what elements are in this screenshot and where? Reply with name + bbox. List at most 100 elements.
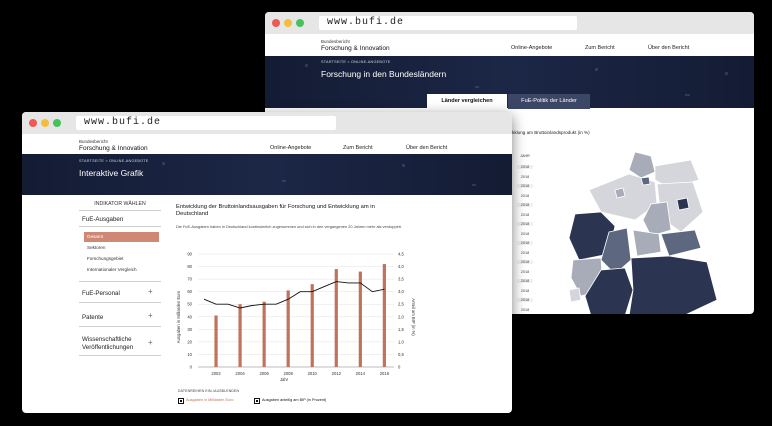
legend-checkbox-bars[interactable] <box>178 398 184 404</box>
germany-map[interactable] <box>565 150 725 314</box>
tab-fue-politik[interactable]: FuE-Politik der Länder <box>508 94 590 109</box>
sidebar-section-patente[interactable]: Patente <box>82 314 103 321</box>
y-tick-label: 80 <box>187 264 192 269</box>
y2-tick-label: 4,5 <box>398 252 404 257</box>
url-bar[interactable]: www.bufi.de <box>76 116 336 130</box>
bar-ausgaben <box>358 271 362 367</box>
legend-label-line[interactable]: Ausgaben anteilig am BIP (in Prozent) <box>262 398 326 402</box>
y2-tick-label: 2,5 <box>398 302 404 307</box>
maximize-window-dot[interactable] <box>296 19 304 27</box>
sidebar-section-fue-ausgaben[interactable]: FuE-Ausgaben <box>82 216 123 223</box>
year-row[interactable]: 2018 <box>517 288 533 293</box>
x-tick-label: 2006 <box>259 371 269 376</box>
title-bar[interactable]: www.bufi.de <box>22 112 512 134</box>
divider <box>79 302 161 303</box>
sidebar-item-internationaler-vergleich[interactable]: Internationaler Vergleich <box>87 267 137 272</box>
tab-laender-vergleichen[interactable]: Länder vergleichen <box>427 94 507 109</box>
divider <box>79 326 161 327</box>
divider <box>79 226 161 227</box>
sidebar-section-fue-personal[interactable]: FuE-Personal <box>82 290 120 297</box>
x-tick-label: 2012 <box>332 371 342 376</box>
x-axis-label: Jahr <box>280 377 289 382</box>
y2-tick-label: 2,0 <box>398 314 404 319</box>
legend-label-bars[interactable]: Ausgaben in Milliarden Euro <box>186 398 234 402</box>
year-row[interactable]: 2018 <box>517 203 533 207</box>
state-hh <box>640 176 651 186</box>
close-window-dot[interactable] <box>29 119 37 127</box>
chart-title: Entwicklung der Bruttoinlandsausgaben fü… <box>176 204 375 217</box>
year-row[interactable]: 2018 <box>517 231 533 236</box>
state-sh <box>628 151 656 179</box>
state-th <box>632 229 662 257</box>
year-row[interactable]: 2018 <box>517 298 533 302</box>
nav-ueber-den-bericht[interactable]: Über den Bericht <box>648 45 689 51</box>
bar-ausgaben <box>286 290 290 367</box>
bar-ausgaben <box>214 315 218 367</box>
page-title: Interaktive Grafik <box>79 168 144 178</box>
y2-tick-label: 1,0 <box>398 339 404 344</box>
x-tick-label: 2014 <box>356 371 366 376</box>
sidebar-header: INDIKATOR WÄHLEN <box>94 201 146 207</box>
bar-ausgaben <box>310 284 314 367</box>
brand-logo[interactable]: Forschung & Innovation <box>321 45 390 52</box>
x-tick-label: 2002 <box>211 371 221 376</box>
breadcrumb[interactable]: STARTSEITE > ONLINE-ANGEBOTE <box>79 159 149 163</box>
legend-title: DATENREIHEN EIN-/AUSBLENDEN <box>178 389 240 393</box>
minimize-window-dot[interactable] <box>284 19 292 27</box>
state-be <box>676 197 690 211</box>
y2-tick-label: 1,5 <box>398 327 404 332</box>
year-row[interactable]: 2018 <box>517 184 533 188</box>
year-row[interactable]: 2018 <box>517 241 533 245</box>
state-sn <box>660 229 702 257</box>
year-row[interactable]: 2018 <box>517 193 533 198</box>
divider <box>79 355 161 356</box>
y-tick-label: 30 <box>187 327 192 332</box>
nav-online-angebote[interactable]: Online-Angebote <box>511 45 552 51</box>
y-tick-label: 60 <box>187 289 192 294</box>
url-bar[interactable]: www.bufi.de <box>319 16 577 30</box>
sidebar-item-label: Gesamt <box>87 234 104 239</box>
x-tick-label: 2016 <box>380 371 390 376</box>
nav-online-angebote[interactable]: Online-Angebote <box>270 145 311 151</box>
page-title: Forschung in den Bundesländern <box>321 69 447 79</box>
nav-zum-bericht[interactable]: Zum Bericht <box>585 45 615 51</box>
expand-plus-icon[interactable]: + <box>148 338 153 347</box>
nav-ueber-den-bericht[interactable]: Über den Bericht <box>406 145 447 151</box>
bar-ausgaben <box>262 301 266 367</box>
year-row[interactable]: 2018 <box>517 222 533 226</box>
year-header: JAHR <box>520 154 530 158</box>
maximize-window-dot[interactable] <box>53 119 61 127</box>
year-row[interactable]: 2018 <box>517 279 533 283</box>
brand-logo[interactable]: Forschung & Innovation <box>79 145 148 152</box>
y2-tick-label: 4,0 <box>398 264 404 269</box>
sidebar-item-gesamt[interactable]: Gesamt <box>84 232 159 242</box>
brand-subtitle: Bundesbericht <box>321 39 350 44</box>
year-row[interactable]: 2018 <box>517 250 533 255</box>
legend-checkbox-line[interactable] <box>254 398 260 404</box>
x-tick-label: 2008 <box>284 371 294 376</box>
divider <box>79 281 161 282</box>
bar-ausgaben <box>382 264 386 367</box>
sidebar-section-veroeffentlichungen[interactable]: Wissenschaftliche Veröffentlichungen <box>82 336 148 351</box>
state-hb <box>614 187 626 199</box>
expand-plus-icon[interactable]: + <box>148 311 153 320</box>
close-window-dot[interactable] <box>272 19 280 27</box>
y-axis-label: Ausgaben in Milliarden Euro <box>176 290 181 343</box>
year-row[interactable]: 2018 <box>517 269 533 274</box>
y-tick-label: 10 <box>187 352 192 357</box>
breadcrumb[interactable]: STARTSEITE > ONLINE-ANGEBOTE <box>321 60 391 64</box>
year-row[interactable]: 2018 <box>517 307 533 312</box>
year-row[interactable]: 2018 <box>517 174 533 179</box>
y-tick-label: 70 <box>187 277 192 282</box>
bar-ausgaben <box>334 269 338 367</box>
title-bar[interactable]: www.bufi.de <box>265 12 754 34</box>
expand-plus-icon[interactable]: + <box>148 287 153 296</box>
sidebar-item-sektoren[interactable]: Sektoren <box>87 245 105 250</box>
nav-zum-bericht[interactable]: Zum Bericht <box>343 145 373 151</box>
sidebar-item-forschungsgebiet[interactable]: Forschungsgebiet <box>87 256 124 261</box>
year-row[interactable]: 2018 <box>517 260 533 264</box>
year-row[interactable]: 2018 <box>517 212 533 217</box>
minimize-window-dot[interactable] <box>41 119 49 127</box>
y2-axis-label: Anteil am BIP (in %) <box>411 298 416 336</box>
year-row[interactable]: 2018 <box>517 165 533 169</box>
